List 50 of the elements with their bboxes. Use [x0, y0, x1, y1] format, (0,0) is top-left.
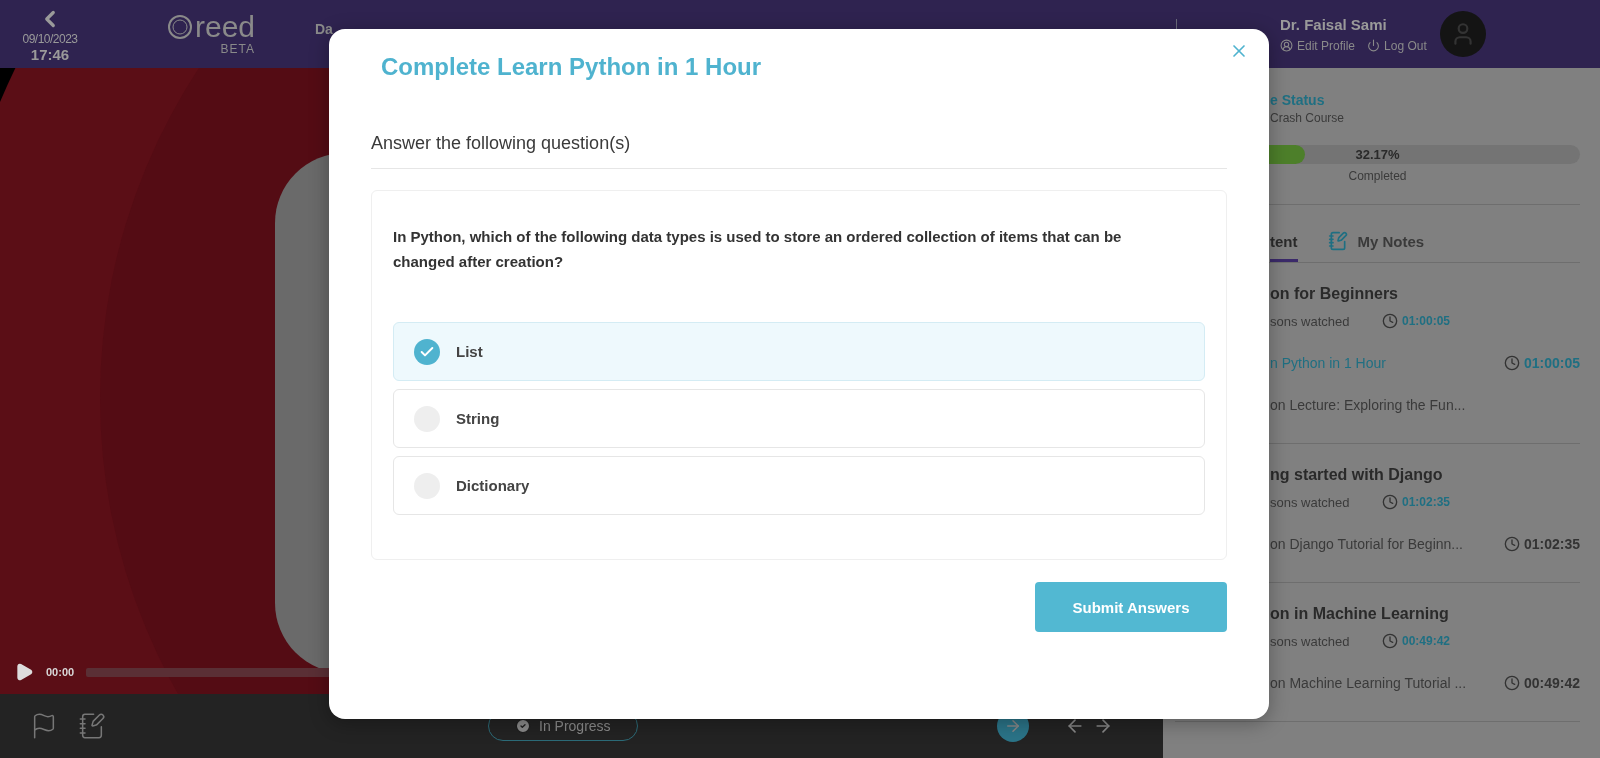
swirl-icon — [166, 14, 193, 40]
date: 09/10/2023 — [22, 31, 78, 46]
tab[interactable]: My Notes — [1327, 231, 1425, 262]
logo-subtitle: BETA — [220, 42, 255, 56]
notes-icon[interactable] — [78, 712, 106, 740]
section-title[interactable]: on in Machine Learning — [1270, 605, 1580, 623]
clock-icon — [1382, 313, 1398, 329]
submit-button[interactable]: Submit Answers — [1035, 582, 1227, 632]
clock-icon — [1382, 494, 1398, 510]
arrow-right-icon — [1004, 717, 1022, 735]
notes-icon — [1327, 231, 1348, 251]
clock-icon — [1503, 355, 1520, 371]
lesson-duration: 00:49:42 — [1523, 675, 1580, 691]
answer-option[interactable]: Dictionary — [393, 456, 1205, 515]
watched-count: sons watched — [1270, 633, 1351, 649]
answer-option[interactable]: String — [393, 389, 1205, 448]
lesson-duration: 01:02:35 — [1523, 536, 1580, 552]
lesson-link[interactable]: on Machine Learning Tutorial ... — [1270, 675, 1467, 691]
clock-icon — [1503, 536, 1520, 552]
edit-profile-link[interactable]: Edit Profile — [1280, 38, 1356, 53]
logo: reed — [194, 12, 255, 42]
lesson-link[interactable]: on Django Tutorial for Beginn... — [1270, 536, 1463, 552]
section-title[interactable]: ng started with Django — [1270, 466, 1580, 484]
status-title: e Status — [1270, 92, 1326, 108]
progress-percent: 32.17% — [1355, 147, 1400, 162]
question-text: In Python, which of the following data types is used to store an ordered collection of items that can be changed after creation? — [393, 227, 1123, 272]
watched-count: sons watched — [1270, 494, 1351, 510]
instructions: Answer the following question(s) — [371, 133, 1227, 169]
log-out-link[interactable]: Log Out — [1367, 38, 1427, 53]
lesson-duration: 01:00:05 — [1523, 355, 1580, 371]
dialog-title: Complete Learn Python in 1 Hour — [381, 53, 763, 81]
user-name: Dr. Faisal Sami — [1280, 15, 1388, 33]
check-circle-icon — [515, 718, 531, 734]
course-name: Crash Course — [1270, 111, 1346, 125]
user-icon — [1280, 39, 1293, 52]
section-duration: 01:00:05 — [1402, 314, 1451, 328]
elapsed-time: 00:00 — [46, 666, 75, 678]
time: 17:46 — [30, 45, 70, 63]
watched-count: sons watched — [1270, 313, 1351, 329]
play-icon[interactable] — [14, 662, 34, 682]
section-duration: 01:02:35 — [1402, 495, 1451, 509]
progress-caption: Completed — [1348, 169, 1407, 183]
answer-option[interactable]: List — [393, 322, 1205, 381]
clock-icon — [1382, 633, 1398, 649]
section-duration: 00:49:42 — [1402, 634, 1451, 648]
clock-icon — [1503, 675, 1520, 691]
lesson-link[interactable]: on Lecture: Exploring the Fun... — [1270, 397, 1466, 413]
power-icon — [1367, 39, 1381, 52]
section-title[interactable]: on for Beginners — [1270, 285, 1580, 303]
course-title: Da — [315, 21, 333, 37]
